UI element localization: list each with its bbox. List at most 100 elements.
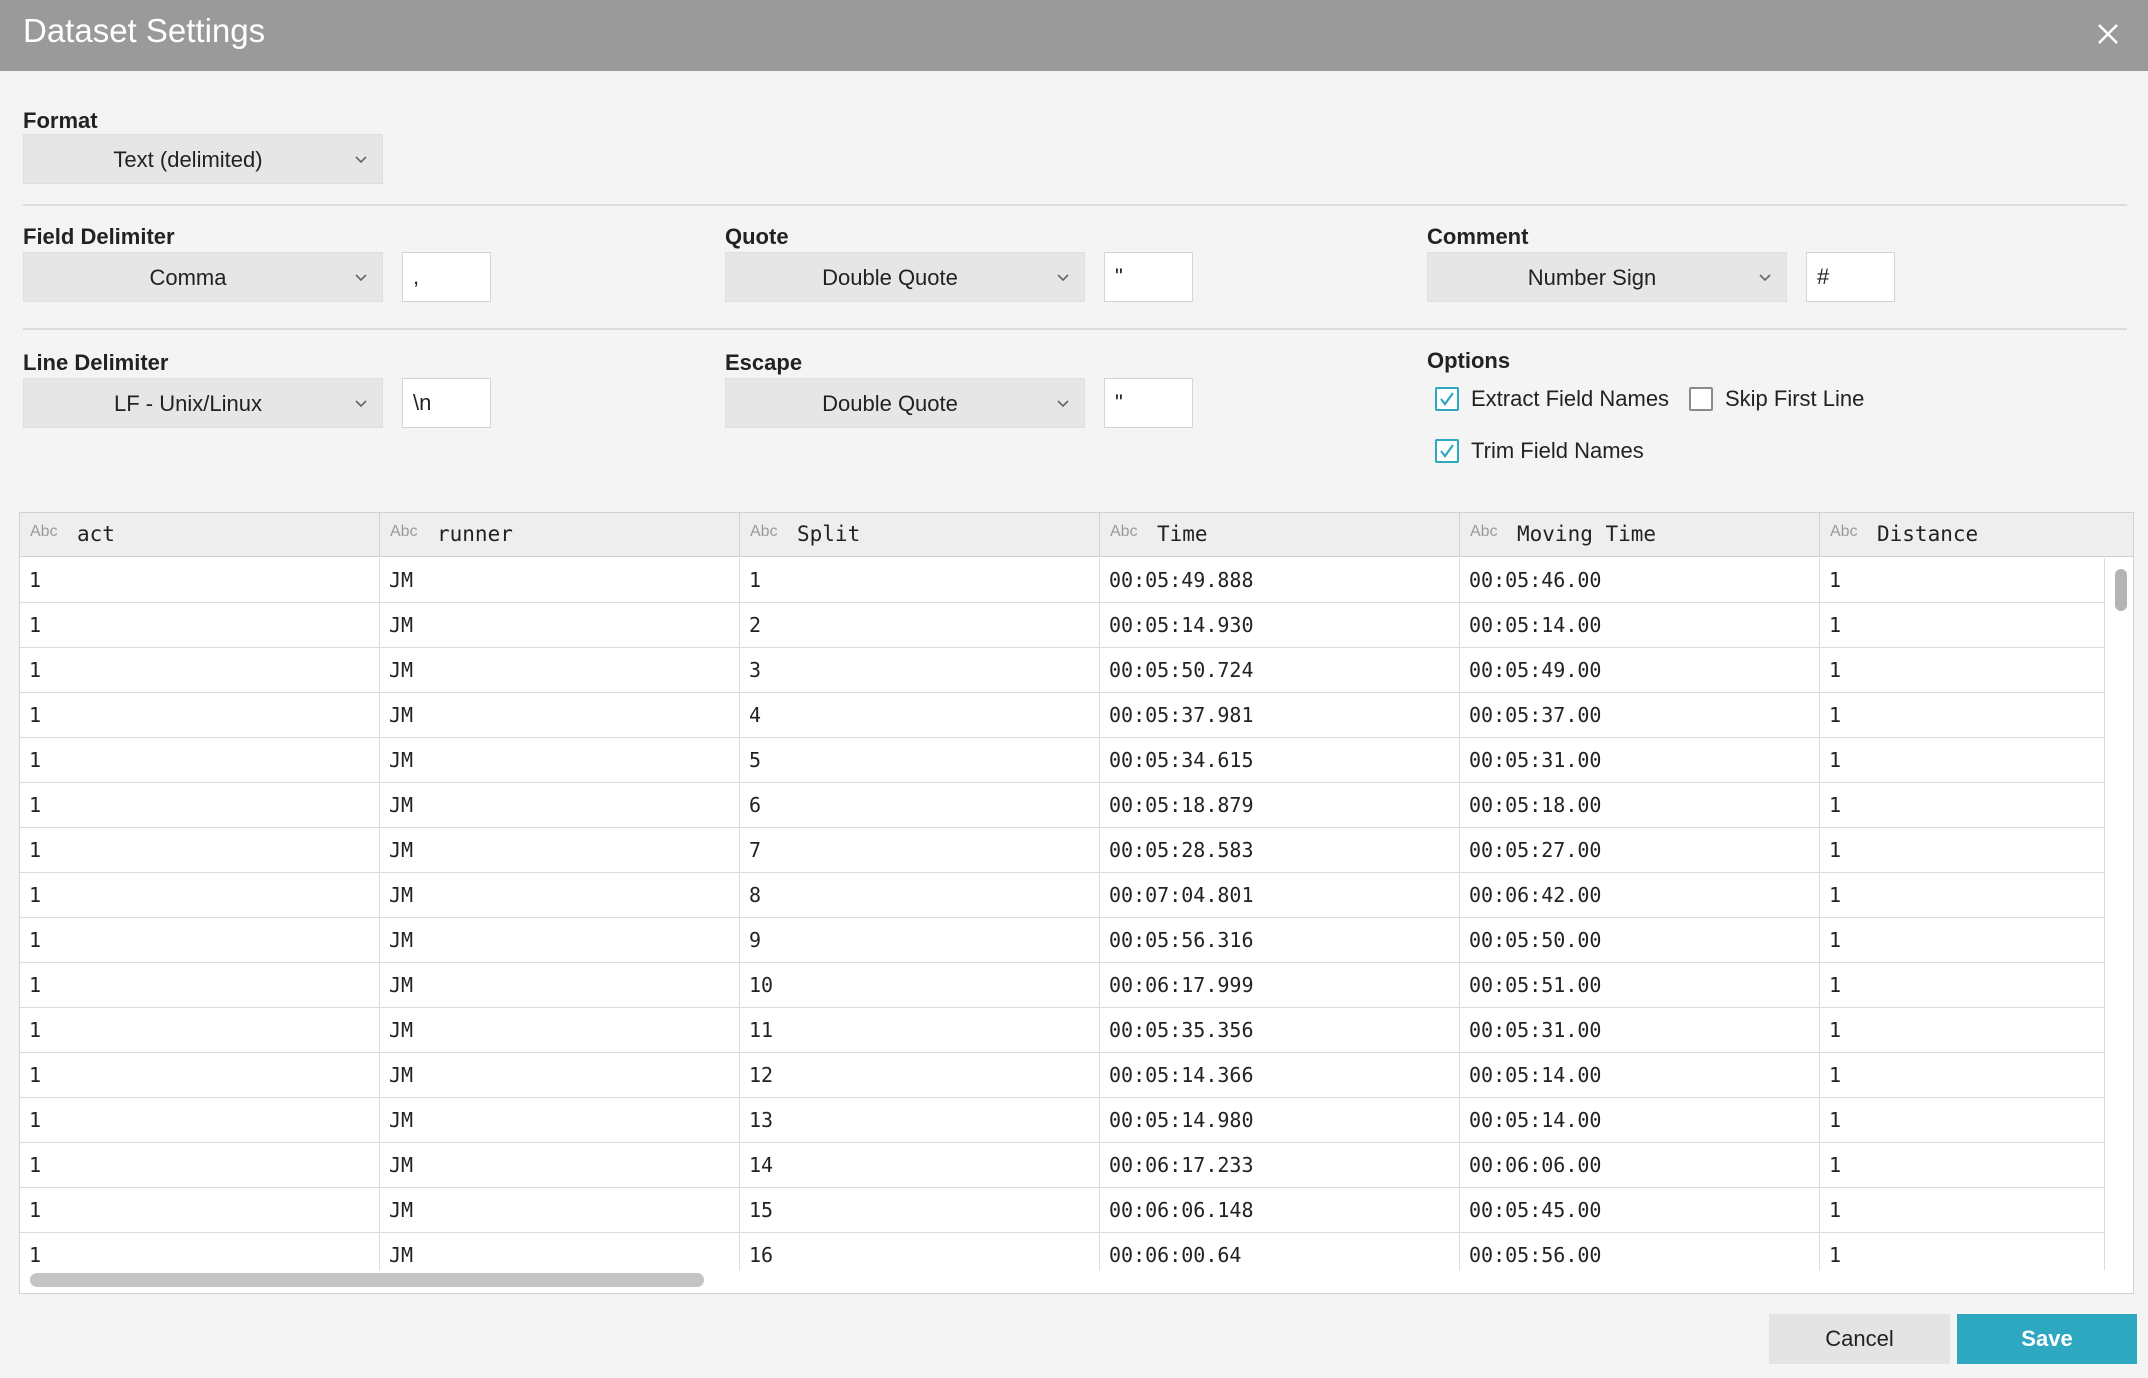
chevron-down-icon [1057, 400, 1069, 408]
table-cell: 9 [740, 918, 1100, 963]
dialog-titlebar: Dataset Settings [0, 0, 2148, 71]
column-header[interactable]: Abc runner [380, 513, 740, 557]
table-row[interactable]: 1 JM 16 00:06:00.64 00:05:56.00 1 [20, 1233, 2105, 1270]
table-cell: JM [380, 918, 740, 963]
column-header[interactable]: Abc Time [1100, 513, 1460, 557]
escape-char-input[interactable] [1104, 378, 1193, 428]
table-cell: 1 [20, 1143, 380, 1188]
table-cell: 00:05:50.00 [1460, 918, 1820, 963]
table-row[interactable]: 1 JM 13 00:05:14.980 00:05:14.00 1 [20, 1098, 2105, 1143]
table-cell: 1 [20, 828, 380, 873]
field-delimiter-select[interactable]: Comma [23, 252, 383, 302]
table-cell: 00:05:37.00 [1460, 693, 1820, 738]
chevron-down-icon [1057, 274, 1069, 282]
chevron-down-icon [355, 274, 367, 282]
line-delimiter-select[interactable]: LF - Unix/Linux [23, 378, 383, 428]
table-cell: 5 [740, 738, 1100, 783]
escape-select-value: Double Quote [822, 391, 958, 416]
table-cell: 00:05:14.00 [1460, 1053, 1820, 1098]
table-cell: 1 [1820, 648, 2105, 693]
table-cell: 1 [1820, 783, 2105, 828]
table-cell: 00:05:56.00 [1460, 1233, 1820, 1270]
table-cell: 00:05:49.00 [1460, 648, 1820, 693]
table-cell: JM [380, 1053, 740, 1098]
column-header[interactable]: Abc Moving Time [1460, 513, 1820, 557]
table-cell: 11 [740, 1008, 1100, 1053]
table-row[interactable]: 1 JM 11 00:05:35.356 00:05:31.00 1 [20, 1008, 2105, 1053]
table-cell: JM [380, 1008, 740, 1053]
column-header[interactable]: Abc act [20, 513, 380, 557]
table-cell: 00:05:51.00 [1460, 963, 1820, 1008]
table-cell: 8 [740, 873, 1100, 918]
chevron-down-icon [1759, 274, 1771, 282]
extract-field-names-checkbox[interactable]: Extract Field Names [1435, 386, 1669, 412]
table-cell: JM [380, 873, 740, 918]
table-row[interactable]: 1 JM 15 00:06:06.148 00:05:45.00 1 [20, 1188, 2105, 1233]
string-type-icon: Abc [750, 523, 778, 540]
save-button[interactable]: Save [1957, 1314, 2137, 1364]
table-cell: 00:05:31.00 [1460, 1008, 1820, 1053]
quote-select-value: Double Quote [822, 265, 958, 290]
chevron-down-icon [355, 400, 367, 408]
table-row[interactable]: 1 JM 6 00:05:18.879 00:05:18.00 1 [20, 783, 2105, 828]
trim-field-names-checkbox[interactable]: Trim Field Names [1435, 438, 1644, 464]
quote-label: Quote [725, 224, 789, 249]
table-cell: 00:05:14.00 [1460, 603, 1820, 648]
column-name: act [77, 522, 115, 546]
horizontal-scrollbar[interactable] [30, 1273, 704, 1287]
comment-label: Comment [1427, 224, 1529, 249]
table-cell: 00:05:37.981 [1100, 693, 1460, 738]
table-row[interactable]: 1 JM 1 00:05:49.888 00:05:46.00 1 [20, 558, 2105, 603]
table-row[interactable]: 1 JM 8 00:07:04.801 00:06:42.00 1 [20, 873, 2105, 918]
string-type-icon: Abc [30, 523, 58, 540]
table-cell: 1 [20, 1008, 380, 1053]
column-header[interactable]: Abc Distance [1820, 513, 2133, 557]
table-row[interactable]: 1 JM 2 00:05:14.930 00:05:14.00 1 [20, 603, 2105, 648]
skip-first-line-label: Skip First Line [1725, 386, 1865, 411]
table-cell: 00:06:00.64 [1100, 1233, 1460, 1270]
table-row[interactable]: 1 JM 3 00:05:50.724 00:05:49.00 1 [20, 648, 2105, 693]
table-row[interactable]: 1 JM 14 00:06:17.233 00:06:06.00 1 [20, 1143, 2105, 1188]
table-cell: JM [380, 783, 740, 828]
table-cell: JM [380, 1233, 740, 1270]
options-label: Options [1427, 348, 1511, 373]
table-row[interactable]: 1 JM 4 00:05:37.981 00:05:37.00 1 [20, 693, 2105, 738]
field-delimiter-label: Field Delimiter [23, 224, 175, 249]
table-row[interactable]: 1 JM 12 00:05:14.366 00:05:14.00 1 [20, 1053, 2105, 1098]
column-name: Time [1157, 522, 1208, 546]
table-cell: 2 [740, 603, 1100, 648]
field-delimiter-char-input[interactable] [402, 252, 491, 302]
table-cell: 1 [20, 1053, 380, 1098]
table-cell: 00:05:14.366 [1100, 1053, 1460, 1098]
table-cell: 00:05:46.00 [1460, 558, 1820, 603]
comment-char-input[interactable] [1806, 252, 1895, 302]
table-row[interactable]: 1 JM 5 00:05:34.615 00:05:31.00 1 [20, 738, 2105, 783]
quote-select[interactable]: Double Quote [725, 252, 1085, 302]
escape-select[interactable]: Double Quote [725, 378, 1085, 428]
table-cell: 1 [1820, 1188, 2105, 1233]
table-cell: 4 [740, 693, 1100, 738]
table-cell: 1 [20, 558, 380, 603]
table-cell: 1 [1820, 918, 2105, 963]
table-cell: 7 [740, 828, 1100, 873]
table-row[interactable]: 1 JM 10 00:06:17.999 00:05:51.00 1 [20, 963, 2105, 1008]
table-cell: 00:05:27.00 [1460, 828, 1820, 873]
quote-char-input[interactable] [1104, 252, 1193, 302]
table-cell: 3 [740, 648, 1100, 693]
close-icon[interactable] [2090, 16, 2126, 52]
trim-field-names-label: Trim Field Names [1471, 438, 1644, 463]
checkbox-checked-icon [1435, 387, 1459, 411]
comment-select[interactable]: Number Sign [1427, 252, 1787, 302]
skip-first-line-checkbox[interactable]: Skip First Line [1689, 386, 1864, 412]
table-cell: 1 [1820, 1008, 2105, 1053]
table-cell: 1 [20, 738, 380, 783]
cancel-button[interactable]: Cancel [1769, 1314, 1950, 1364]
grid-body: 1 JM 1 00:05:49.888 00:05:46.00 1 1 JM 2 00:05:14… [20, 558, 2105, 1270]
line-delimiter-char-input[interactable] [402, 378, 491, 428]
vertical-scrollbar[interactable] [2115, 569, 2127, 611]
table-row[interactable]: 1 JM 7 00:05:28.583 00:05:27.00 1 [20, 828, 2105, 873]
column-header[interactable]: Abc Split [740, 513, 1100, 557]
table-cell: JM [380, 693, 740, 738]
format-select[interactable]: Text (delimited) [23, 134, 383, 184]
table-row[interactable]: 1 JM 9 00:05:56.316 00:05:50.00 1 [20, 918, 2105, 963]
